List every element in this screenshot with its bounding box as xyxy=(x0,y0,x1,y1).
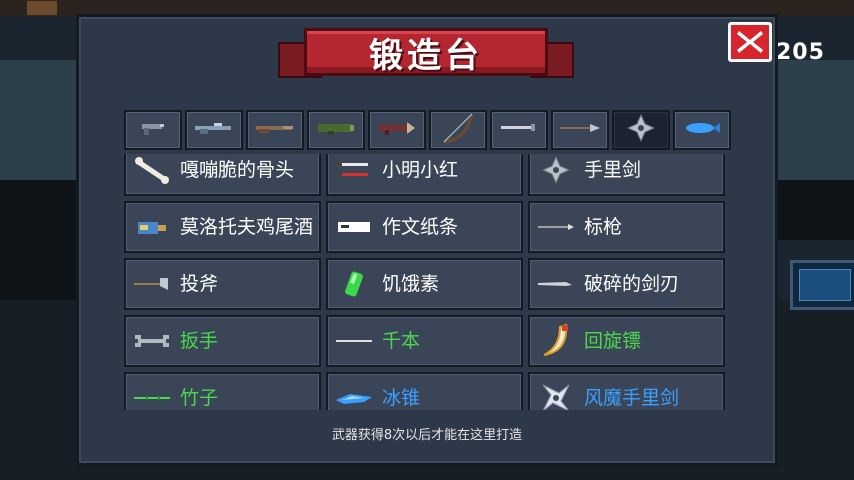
forge-item[interactable]: 标枪 xyxy=(528,201,725,253)
forge-item-label: 莫洛托夫鸡尾酒 xyxy=(180,215,314,238)
broken-blade-icon xyxy=(536,264,576,304)
forge-item[interactable]: 饥饿素 xyxy=(326,258,523,310)
javelin-icon xyxy=(536,207,576,247)
launcher-icon xyxy=(314,118,358,142)
weapon-tab-sword[interactable] xyxy=(490,110,548,150)
forge-item[interactable]: 扳手 xyxy=(124,315,321,367)
icicle-icon xyxy=(334,378,374,410)
forge-hint: 武器获得8次以后才能在这里打造 xyxy=(331,428,523,443)
forge-item-label: 回旋镖 xyxy=(584,329,642,352)
weapon-tab-fish[interactable] xyxy=(673,110,731,150)
needle-icon xyxy=(334,321,374,361)
forge-item[interactable]: 作文纸条 xyxy=(326,201,523,253)
pistol-icon xyxy=(136,118,170,142)
forge-title: 锻造台 xyxy=(369,35,483,76)
weapon-tab-rocket[interactable] xyxy=(368,110,426,150)
throwing-axe-icon xyxy=(132,264,172,304)
rifle-icon xyxy=(192,118,236,142)
title-banner: 锻造台 xyxy=(278,28,574,82)
fuma-shuriken-icon xyxy=(536,378,576,410)
forge-item-label: 小明小红 xyxy=(382,158,459,181)
forge-item[interactable]: 嘎嘣脆的骨头 xyxy=(124,154,321,196)
forge-item[interactable]: 手里剑 xyxy=(528,154,725,196)
weapon-tab-pistol[interactable] xyxy=(124,110,182,150)
sword-icon xyxy=(497,118,541,142)
forge-item-label: 冰锥 xyxy=(382,386,421,409)
forge-item[interactable]: 破碎的剑刃 xyxy=(528,258,725,310)
spear-icon xyxy=(558,118,602,142)
molotov-icon xyxy=(132,207,172,247)
forge-item-label: 破碎的剑刃 xyxy=(584,272,680,295)
scene-shadow-left xyxy=(0,180,76,300)
scene-crate xyxy=(26,0,58,16)
forge-item-label: 嘎嘣脆的骨头 xyxy=(180,158,295,181)
forge-item-label: 手里剑 xyxy=(584,158,642,181)
forge-item[interactable]: 竹子 xyxy=(124,372,321,410)
forge-item-list[interactable]: 嘎嘣脆的骨头 小明小红 手里剑莫洛托夫鸡尾酒 作文纸条 标枪投斧 饥饿素 破碎的剑刃扳手 千本… xyxy=(124,154,728,410)
scene-monitor xyxy=(790,260,854,310)
weapon-tab-shotgun[interactable] xyxy=(246,110,304,150)
weapon-tab-spear[interactable] xyxy=(551,110,609,150)
forge-item-label: 风魔手里剑 xyxy=(584,386,680,409)
forge-item[interactable]: 投斧 xyxy=(124,258,321,310)
shuriken-icon xyxy=(536,154,576,190)
weapon-category-tabs xyxy=(124,110,734,150)
weapon-tab-rifle[interactable] xyxy=(185,110,243,150)
scene-shadow-right xyxy=(778,180,854,240)
close-button[interactable] xyxy=(728,22,772,62)
forge-item-label: 千本 xyxy=(382,329,421,352)
forge-item-label: 投斧 xyxy=(180,272,219,295)
shuriken-icon xyxy=(626,113,656,147)
forge-item-label: 标枪 xyxy=(584,215,623,238)
boomerang-icon xyxy=(536,321,576,361)
weapon-tab-shuriken[interactable] xyxy=(612,110,670,150)
darts-icon xyxy=(334,154,374,190)
forge-item[interactable]: 莫洛托夫鸡尾酒 xyxy=(124,201,321,253)
close-icon xyxy=(737,31,763,53)
wrench-icon xyxy=(132,321,172,361)
shotgun-icon xyxy=(253,118,297,142)
bamboo-icon xyxy=(132,378,172,410)
forge-item-label: 竹子 xyxy=(180,386,219,409)
forge-item-label: 饥饿素 xyxy=(382,272,440,295)
rocket-icon xyxy=(375,118,419,142)
weapon-tab-bow[interactable] xyxy=(429,110,487,150)
bone-icon xyxy=(132,154,172,190)
forge-item-label: 扳手 xyxy=(180,329,219,352)
bow-icon xyxy=(436,110,480,150)
forge-item[interactable]: 冰锥 xyxy=(326,372,523,410)
forge-item-label: 作文纸条 xyxy=(382,215,459,238)
fish-icon xyxy=(680,118,724,142)
coin-counter: 205 xyxy=(776,40,825,65)
paper-note-icon xyxy=(334,207,374,247)
weapon-tab-launcher[interactable] xyxy=(307,110,365,150)
forge-item[interactable]: 千本 xyxy=(326,315,523,367)
forge-item[interactable]: 风魔手里剑 xyxy=(528,372,725,410)
forge-item[interactable]: 小明小红 xyxy=(326,154,523,196)
forge-item[interactable]: 回旋镖 xyxy=(528,315,725,367)
green-vial-icon xyxy=(334,264,374,304)
